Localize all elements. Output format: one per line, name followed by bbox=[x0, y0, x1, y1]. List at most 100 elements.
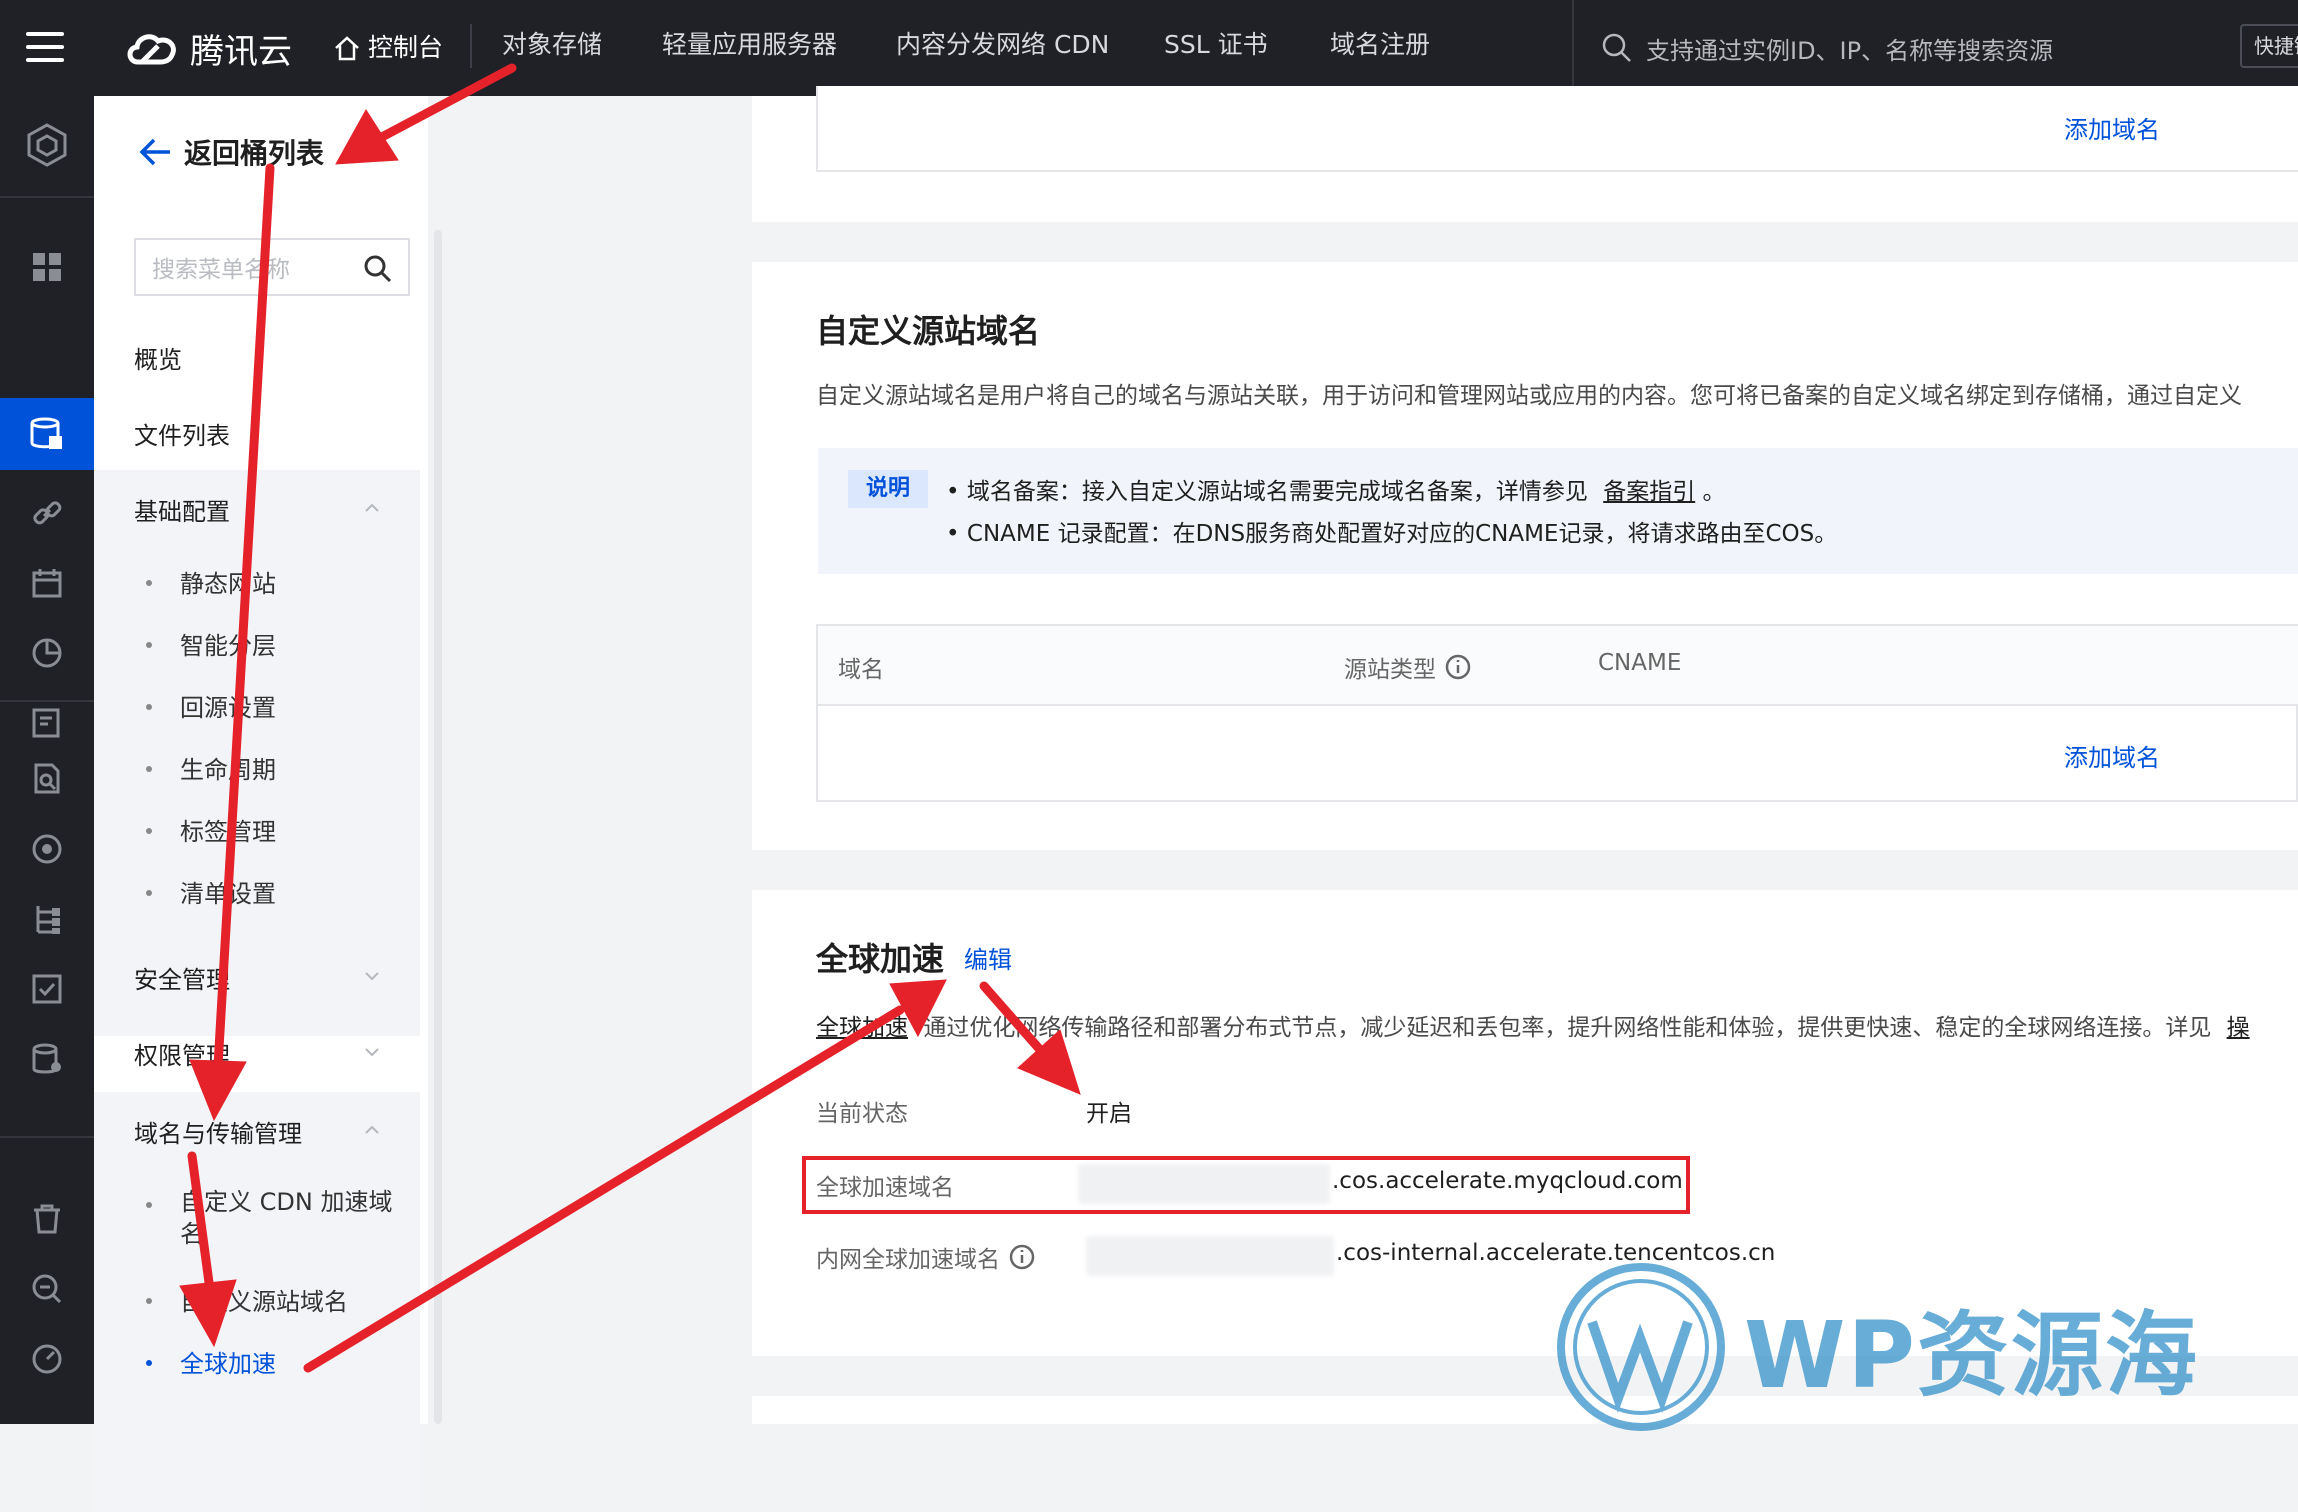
cdn-domain-card: 添加域名 bbox=[752, 86, 2298, 222]
watermark-text: WP资源海 bbox=[1744, 1301, 2199, 1409]
origin-table-header bbox=[818, 626, 2298, 706]
acceleration-section-title: 全球加速 bbox=[816, 940, 945, 978]
rail-divider bbox=[0, 196, 94, 198]
brand-name: 腾讯云 bbox=[190, 31, 292, 72]
notice-line-icp: • 域名备案：接入自定义源站域名需要完成域名备案，详情参见 备案指引 。 bbox=[946, 479, 1726, 505]
back-label: 返回桶列表 bbox=[184, 137, 325, 170]
home-icon bbox=[335, 36, 359, 61]
chevron-up-icon[interactable] bbox=[362, 1120, 382, 1140]
origin-notice-box bbox=[818, 448, 2298, 574]
icp-guide-link[interactable]: 备案指引 bbox=[1603, 479, 1695, 505]
bullet bbox=[146, 642, 152, 648]
chevron-up-icon[interactable] bbox=[362, 498, 382, 518]
search-icon bbox=[1602, 33, 1631, 62]
search-divider bbox=[1572, 0, 1574, 96]
origin-section-title: 自定义源站域名 bbox=[816, 312, 1041, 350]
menu-search-placeholder: 搜索菜单名称 bbox=[152, 257, 290, 283]
internal-domain-label: 内网全球加速域名 bbox=[816, 1247, 1000, 1273]
notice-cname-text: CNAME 记录配置：在DNS服务商处配置好对应的CNAME记录，将请求路由至C… bbox=[966, 521, 1838, 547]
console-label: 控制台 bbox=[368, 33, 444, 62]
product-cube-icon[interactable] bbox=[20, 118, 74, 172]
report-icon[interactable] bbox=[20, 696, 74, 750]
menu-global-acceleration[interactable]: 全球加速 bbox=[180, 1344, 276, 1379]
chevron-down-icon[interactable] bbox=[362, 966, 382, 986]
bullet-active bbox=[146, 1360, 152, 1366]
watermark: WP资源海 bbox=[1556, 1262, 2199, 1432]
chevron-down-icon[interactable] bbox=[362, 1042, 382, 1062]
dashboard-grid-icon[interactable] bbox=[20, 240, 74, 294]
acceleration-guide-link[interactable]: 操 bbox=[2227, 1015, 2250, 1041]
global-search[interactable]: 支持通过实例ID、IP、名称等搜索资源 bbox=[1600, 26, 2053, 70]
monitor-target-icon[interactable] bbox=[20, 822, 74, 876]
menu-permission-management[interactable]: 权限管理 bbox=[134, 1036, 230, 1071]
acceleration-description: 全球加速 通过优化网络传输路径和部署分布式节点，减少延迟和丢包率，提升网络性能和… bbox=[816, 1008, 2250, 1042]
menu-intelligent-tiering[interactable]: 智能分层 bbox=[180, 626, 276, 661]
bullet bbox=[146, 580, 152, 586]
menu-security-management[interactable]: 安全管理 bbox=[134, 960, 230, 995]
redacted-internal-bucket-name bbox=[1086, 1236, 1334, 1276]
zoom-search-icon[interactable] bbox=[20, 1262, 74, 1316]
col-origin-type: 源站类型 bbox=[1344, 650, 1472, 684]
menu-custom-cdn-domain[interactable]: 自定义 CDN 加速域名 bbox=[180, 1186, 410, 1250]
bucket-storage-icon[interactable] bbox=[20, 407, 74, 461]
bullet bbox=[146, 1202, 152, 1208]
bullet bbox=[146, 828, 152, 834]
nav-domain[interactable]: 域名注册 bbox=[1330, 0, 1430, 96]
back-to-bucket-list[interactable]: 返回桶列表 bbox=[138, 132, 324, 172]
add-cdn-domain-link[interactable]: 添加域名 bbox=[2064, 110, 2160, 145]
hamburger-menu-icon[interactable] bbox=[26, 30, 66, 64]
acceleration-desc-text: 通过优化网络传输路径和部署分布式节点，减少延迟和丢包率，提升网络性能和体验，提供… bbox=[923, 1015, 2212, 1041]
shortcut-button[interactable]: 快捷键 bbox=[2240, 24, 2298, 68]
nav-lighthouse[interactable]: 轻量应用服务器 bbox=[662, 0, 837, 96]
notice-icp-text: 域名备案：接入自定义源站域名需要完成域名备案，详情参见 bbox=[966, 479, 1588, 505]
bullet bbox=[146, 1298, 152, 1304]
tree-structure-icon[interactable] bbox=[20, 892, 74, 946]
menu-domain-transfer[interactable]: 域名与传输管理 bbox=[134, 1114, 302, 1149]
nav-cdn[interactable]: 内容分发网络 CDN bbox=[896, 0, 1109, 96]
nav-ssl[interactable]: SSL 证书 bbox=[1164, 0, 1268, 96]
arrow-left-icon bbox=[139, 138, 170, 166]
bucket-side-menu: 返回桶列表 搜索菜单名称 概览 文件列表 基础配置 静态网站 智能分层 回源设置… bbox=[94, 96, 428, 1512]
menu-overview[interactable]: 概览 bbox=[134, 340, 182, 375]
document-search-icon[interactable] bbox=[20, 752, 74, 806]
global-search-placeholder: 支持通过实例ID、IP、名称等搜索资源 bbox=[1646, 36, 2054, 65]
search-icon[interactable] bbox=[362, 253, 394, 285]
menu-lifecycle[interactable]: 生命周期 bbox=[180, 750, 276, 785]
calendar-icon[interactable] bbox=[20, 556, 74, 610]
bullet bbox=[146, 890, 152, 896]
trash-icon[interactable] bbox=[20, 1192, 74, 1246]
info-icon[interactable] bbox=[1008, 1243, 1036, 1271]
notice-line-cname: • CNAME 记录配置：在DNS服务商处配置好对应的CNAME记录，将请求路由… bbox=[946, 521, 1838, 547]
rail-divider bbox=[0, 1136, 94, 1138]
menu-static-website[interactable]: 静态网站 bbox=[180, 564, 276, 599]
menu-basic-config[interactable]: 基础配置 bbox=[134, 492, 230, 527]
menu-custom-origin-domain[interactable]: 自定义源站域名 bbox=[180, 1282, 348, 1317]
notice-tag: 说明 bbox=[848, 470, 928, 508]
menu-tag-management[interactable]: 标签管理 bbox=[180, 812, 276, 847]
console-home-link[interactable]: 控制台 bbox=[332, 0, 443, 96]
add-origin-domain-link[interactable]: 添加域名 bbox=[2064, 738, 2160, 773]
notice-icp-suffix: 。 bbox=[1702, 479, 1726, 505]
link-icon[interactable] bbox=[20, 486, 74, 540]
status-label: 当前状态 bbox=[816, 1101, 908, 1127]
menu-inventory-settings[interactable]: 清单设置 bbox=[180, 874, 276, 909]
menu-origin-settings[interactable]: 回源设置 bbox=[180, 688, 276, 723]
speed-gauge-icon[interactable] bbox=[20, 1332, 74, 1386]
status-value: 开启 bbox=[1086, 1101, 1132, 1127]
menu-file-list[interactable]: 文件列表 bbox=[134, 416, 230, 451]
menu-search-input[interactable]: 搜索菜单名称 bbox=[134, 238, 410, 296]
database-settings-icon[interactable] bbox=[20, 1032, 74, 1086]
top-navigation-bar: 腾讯云 控制台 对象存储 轻量应用服务器 内容分发网络 CDN SSL 证书 域… bbox=[0, 0, 2298, 96]
menu-scrollbar[interactable] bbox=[434, 230, 442, 1424]
info-icon[interactable] bbox=[1444, 653, 1472, 681]
origin-section-description: 自定义源站域名是用户将自己的域名与源站关联，用于访问和管理网站或应用的内容。您可… bbox=[816, 383, 2242, 409]
pie-chart-icon[interactable] bbox=[20, 626, 74, 680]
wordpress-logo-icon bbox=[1557, 1263, 1725, 1431]
bullet bbox=[146, 766, 152, 772]
tencent-cloud-logo[interactable]: 腾讯云 bbox=[124, 20, 292, 76]
acceleration-doc-link[interactable]: 全球加速 bbox=[816, 1015, 908, 1041]
checkbox-task-icon[interactable] bbox=[20, 962, 74, 1016]
nav-cos[interactable]: 对象存储 bbox=[502, 0, 602, 96]
nav-divider bbox=[470, 24, 472, 68]
edit-acceleration-link[interactable]: 编辑 bbox=[964, 940, 1012, 975]
